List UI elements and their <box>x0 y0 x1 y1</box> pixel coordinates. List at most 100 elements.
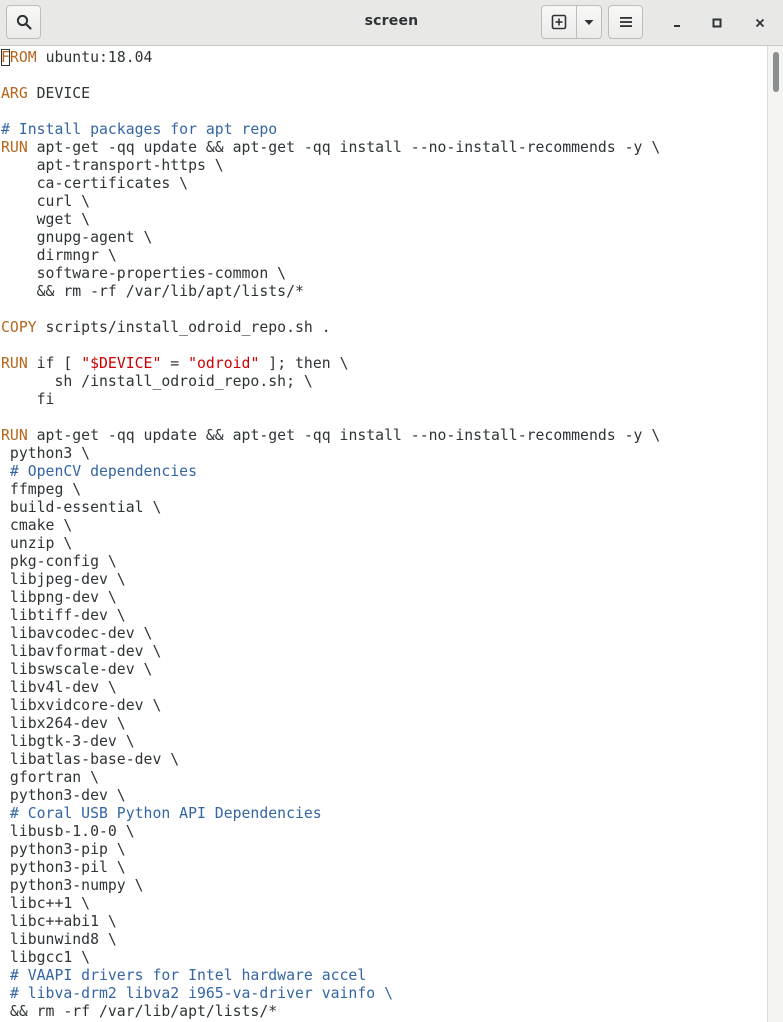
code-text: curl \ <box>1 193 91 210</box>
tab-menu-button[interactable] <box>576 5 602 39</box>
terminal-line: curl \ <box>1 193 90 211</box>
terminal-line: && rm -rf /var/lib/apt/lists/* <box>1 1003 277 1021</box>
window-titlebar: screen <box>0 0 783 46</box>
terminal-line: python3-numpy \ <box>1 877 144 895</box>
code-text: libunwind8 \ <box>1 931 117 948</box>
terminal-line: python3 \ <box>1 445 90 463</box>
string-literal: "odroid" <box>188 355 260 372</box>
string-literal: "$DEVICE" <box>81 355 162 372</box>
new-tab-button[interactable] <box>541 5 577 39</box>
terminal-line: ARG DEVICE <box>1 85 90 103</box>
code-text: DEVICE <box>27 85 91 102</box>
code-text: libswscale-dev \ <box>1 661 153 678</box>
terminal-line: libpng-dev \ <box>1 589 117 607</box>
terminal-line: libc++abi1 \ <box>1 913 117 931</box>
terminal-line: FROM ubuntu:18.04 <box>1 49 152 67</box>
code-text: cmake \ <box>1 517 73 534</box>
maximize-button[interactable] <box>704 10 730 36</box>
code-text: if [ <box>27 355 82 372</box>
terminal-line: sh /install_odroid_repo.sh; \ <box>1 373 312 391</box>
code-text: libgtk-3-dev \ <box>1 733 135 750</box>
code-text: libgcc1 \ <box>1 949 91 966</box>
terminal-cursor: F <box>1 49 10 66</box>
terminal-line: ffmpeg \ <box>1 481 81 499</box>
code-text: libpng-dev \ <box>1 589 117 606</box>
terminal-line: libc++1 \ <box>1 895 90 913</box>
code-text: apt-get -qq update && apt-get -qq instal… <box>27 139 661 156</box>
code-text: libtiff-dev \ <box>1 607 126 624</box>
minimize-button[interactable] <box>664 10 690 36</box>
terminal-line: gnupg-agent \ <box>1 229 153 247</box>
code-text: build-essential \ <box>1 499 162 516</box>
code-text: gnupg-agent \ <box>1 229 153 246</box>
terminal-line: libx264-dev \ <box>1 715 126 733</box>
code-text: python3-numpy \ <box>1 877 144 894</box>
close-icon <box>755 18 765 28</box>
code-text: ]; then \ <box>259 355 349 372</box>
dockerfile-keyword: RUN <box>1 427 28 444</box>
code-comment: # VAAPI drivers for Intel hardware accel <box>1 967 367 984</box>
terminal-line: libjpeg-dev \ <box>1 571 126 589</box>
terminal-line: ca-certificates \ <box>1 175 188 193</box>
terminal-line: libgcc1 \ <box>1 949 90 967</box>
code-text: libusb-1.0-0 \ <box>1 823 135 840</box>
terminal-line: python3-pil \ <box>1 859 126 877</box>
terminal-line: # VAAPI drivers for Intel hardware accel <box>1 967 366 985</box>
code-text: apt-get -qq update && apt-get -qq instal… <box>27 427 661 444</box>
code-comment: # Coral USB Python API Dependencies <box>1 805 322 822</box>
code-text: python3-pil \ <box>1 859 126 876</box>
close-button[interactable] <box>747 10 773 36</box>
chevron-down-icon <box>584 20 594 25</box>
code-text: libc++1 \ <box>1 895 91 912</box>
code-text: dirmngr \ <box>1 247 117 264</box>
terminal-output[interactable]: FROM ubuntu:18.04 ARG DEVICE # Install pac… <box>0 46 767 1022</box>
menu-button[interactable] <box>608 5 643 39</box>
dockerfile-keyword: FROM <box>1 49 37 66</box>
dockerfile-keyword: ARG <box>1 85 28 102</box>
new-tab-icon <box>551 14 567 30</box>
code-text: && rm -rf /var/lib/apt/lists/* <box>1 283 304 300</box>
code-text: fi <box>1 391 55 408</box>
code-text: gfortran \ <box>1 769 99 786</box>
code-text: python3-dev \ <box>1 787 126 804</box>
hamburger-icon <box>619 17 632 27</box>
code-text: libv4l-dev \ <box>1 679 117 696</box>
code-comment: # libva-drm2 libva2 i965-va-driver vainf… <box>1 985 393 1002</box>
code-text: ffmpeg \ <box>1 481 82 498</box>
terminal-line: libtiff-dev \ <box>1 607 126 625</box>
code-text: libavcodec-dev \ <box>1 625 153 642</box>
terminal-line: # OpenCV dependencies <box>1 463 197 481</box>
code-text: ubuntu:18.04 <box>36 49 153 66</box>
code-text: wget \ <box>1 211 91 228</box>
terminal-line: libxvidcore-dev \ <box>1 697 161 715</box>
code-text: software-properties-common \ <box>1 265 287 282</box>
code-text: python3 \ <box>1 445 91 462</box>
terminal-line: RUN apt-get -qq update && apt-get -qq in… <box>1 139 660 157</box>
terminal-line: libatlas-base-dev \ <box>1 751 179 769</box>
terminal-line: software-properties-common \ <box>1 265 286 283</box>
code-comment: # OpenCV dependencies <box>1 463 197 480</box>
terminal-line: pkg-config \ <box>1 553 117 571</box>
terminal-line: # libva-drm2 libva2 i965-va-driver vainf… <box>1 985 393 1003</box>
code-text: libxvidcore-dev \ <box>1 697 162 714</box>
terminal-line: libswscale-dev \ <box>1 661 153 679</box>
code-text: = <box>161 355 189 372</box>
scrollbar-thumb[interactable] <box>773 52 779 92</box>
code-comment: # Install packages for apt repo <box>1 121 278 138</box>
terminal-line: python3-pip \ <box>1 841 126 859</box>
terminal-line: unzip \ <box>1 535 72 553</box>
terminal-line: gfortran \ <box>1 769 99 787</box>
terminal-line: apt-transport-https \ <box>1 157 224 175</box>
code-text: libavformat-dev \ <box>1 643 162 660</box>
terminal-line: libv4l-dev \ <box>1 679 117 697</box>
terminal-line: wget \ <box>1 211 90 229</box>
terminal-line: fi <box>1 391 55 409</box>
vertical-scrollbar[interactable] <box>767 46 783 1022</box>
terminal-line: libunwind8 \ <box>1 931 117 949</box>
terminal-line: cmake \ <box>1 517 72 535</box>
dockerfile-keyword: RUN <box>1 139 28 156</box>
terminal-line: build-essential \ <box>1 499 161 517</box>
code-text: && rm -rf /var/lib/apt/lists/* <box>1 1003 278 1020</box>
terminal-line: # Install packages for apt repo <box>1 121 277 139</box>
terminal-line: libgtk-3-dev \ <box>1 733 135 751</box>
